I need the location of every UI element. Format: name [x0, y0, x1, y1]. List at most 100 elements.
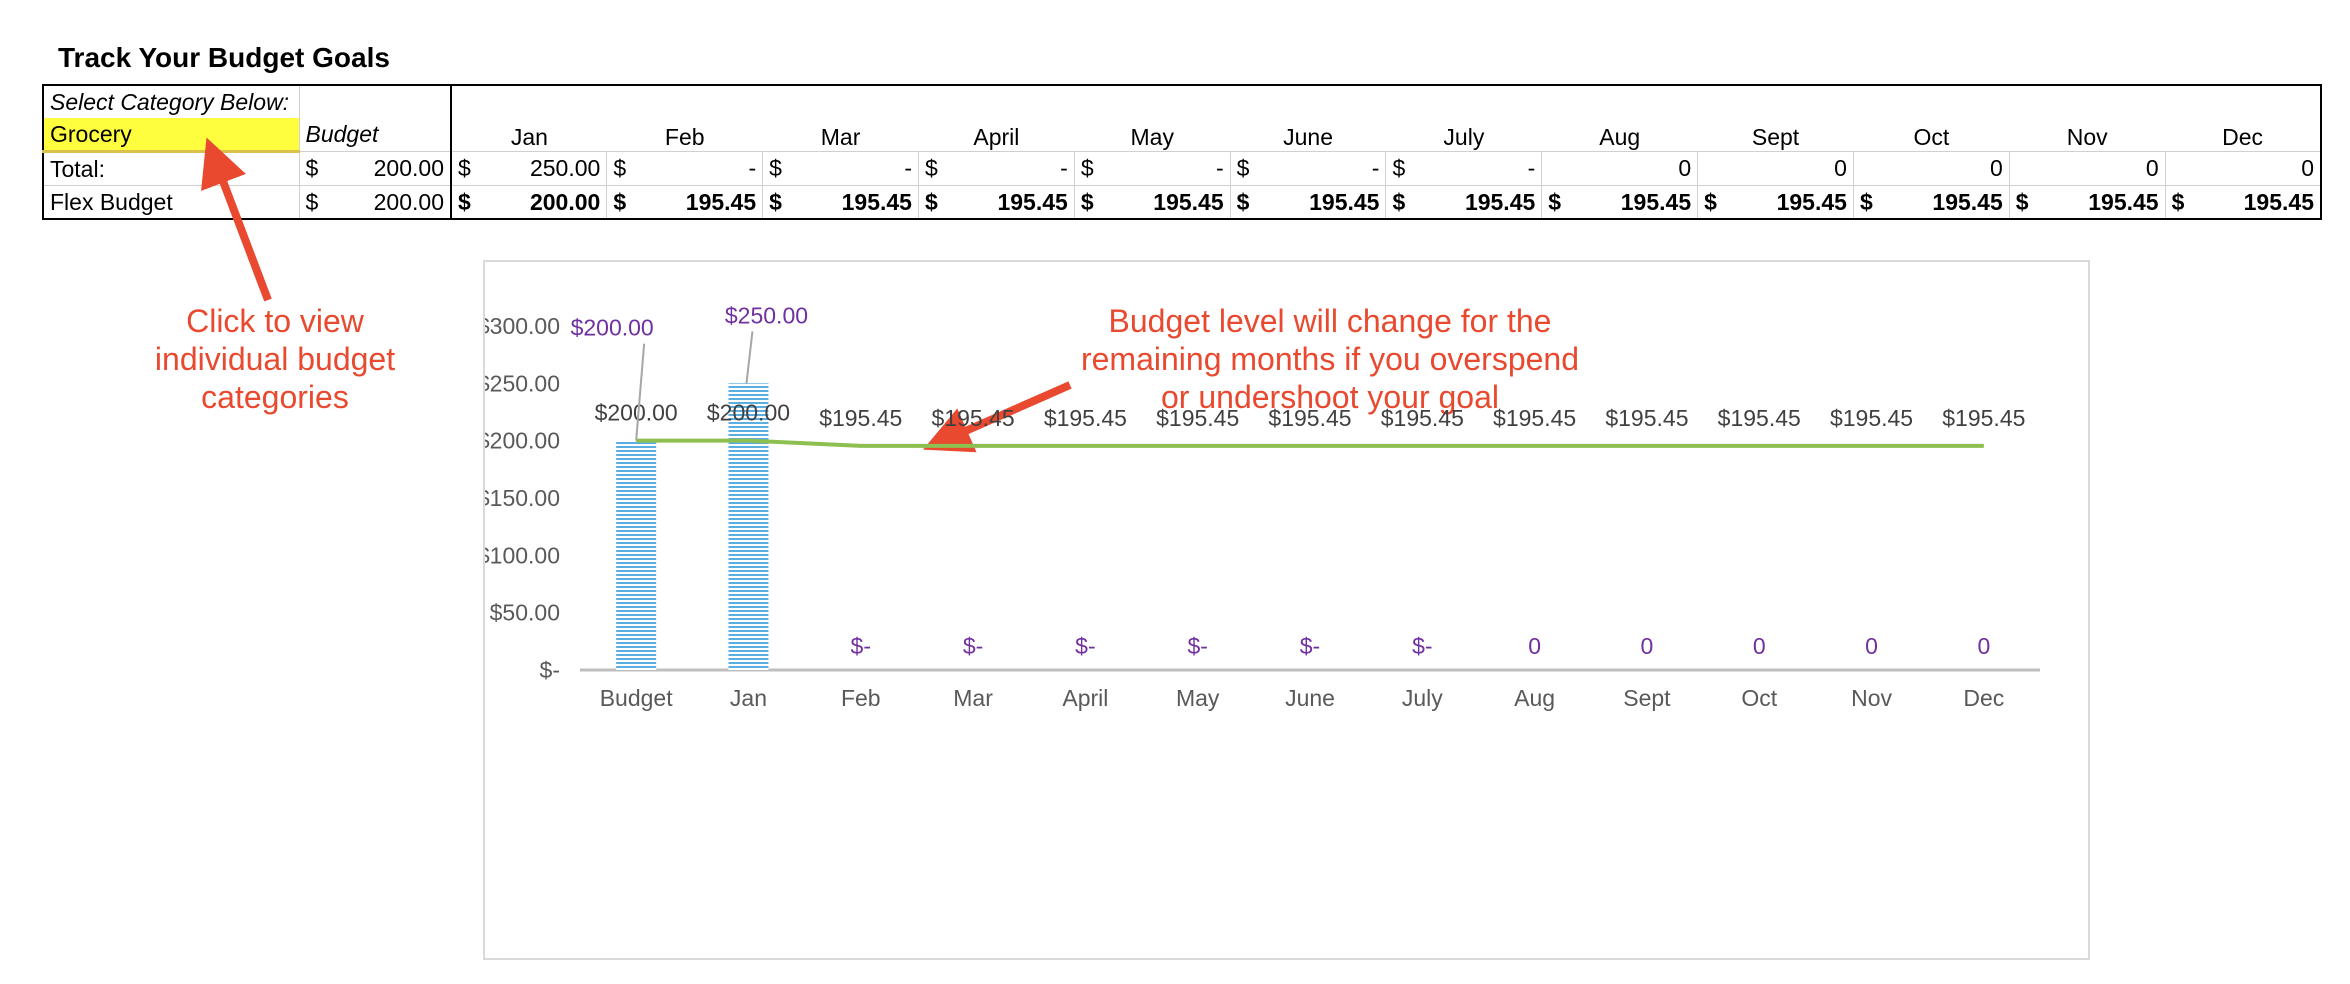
cell-value: - — [904, 155, 912, 181]
currency-symbol: $ — [1859, 188, 1873, 215]
bar-data-label: $200.00 — [571, 315, 654, 341]
x-tick-label: Jan — [730, 685, 767, 711]
flex-budget-line — [636, 438, 1984, 448]
bar-data-label: $- — [1187, 633, 1207, 659]
currency-symbol: $ — [2015, 188, 2029, 215]
month-header: Oct — [1853, 118, 2010, 152]
budget-column-header: Budget — [299, 118, 452, 152]
flex-month-cell[interactable]: $195.45 — [606, 185, 764, 220]
currency-symbol: $ — [1236, 188, 1250, 215]
select-category-label: Select Category Below: — [43, 85, 300, 118]
page-title: Track Your Budget Goals — [58, 42, 390, 73]
total-month-cell[interactable]: $ - — [1385, 151, 1543, 186]
total-month-cell[interactable]: 0 — [1541, 151, 1699, 186]
flex-month-cell[interactable]: $195.45 — [918, 185, 1075, 220]
cell-value: 195.45 — [1932, 188, 2003, 215]
flex-month-cell[interactable]: $195.45 — [1230, 185, 1387, 220]
y-tick-label: $300.00 — [485, 313, 560, 339]
currency-symbol: $ — [1080, 188, 1094, 215]
bar-data-label: 0 — [1865, 633, 1878, 659]
month-header: Dec — [2165, 118, 2321, 152]
x-tick-label: Nov — [1851, 685, 1892, 711]
flex-month-cell[interactable]: $195.45 — [1541, 185, 1699, 220]
currency-symbol: $ — [1080, 155, 1094, 181]
bar — [728, 383, 769, 670]
month-header: Feb — [606, 118, 763, 152]
line-data-label: $195.45 — [1156, 405, 1239, 431]
flex-month-cell[interactable]: $195.45 — [1074, 185, 1231, 220]
total-month-cell[interactable]: 0 — [2165, 151, 2322, 186]
total-budget-cell[interactable]: $200.00 — [299, 151, 452, 186]
currency-symbol: $ — [769, 155, 782, 181]
cell-value: 200.00 — [529, 188, 601, 215]
total-month-cell[interactable]: $250.00 — [451, 151, 608, 186]
flex-month-cell[interactable]: $195.45 — [1697, 185, 1854, 220]
x-tick-label: Oct — [1741, 685, 1777, 711]
budget-chart: $- $50.00 $100.00 $150.00 $200.00 $250.00 $300… — [485, 302, 2040, 711]
bar-data-label: $- — [963, 633, 983, 659]
x-tick-label: Mar — [953, 685, 993, 711]
y-tick-label: $250.00 — [485, 370, 560, 396]
x-tick-label: June — [1285, 685, 1335, 711]
line-data-label: $195.45 — [1044, 405, 1127, 431]
x-tick-label: Dec — [1963, 685, 2004, 711]
cell-value: 195.45 — [997, 188, 1068, 215]
cell-value: 195.45 — [1153, 188, 1224, 215]
flex-month-cell[interactable]: $200.00 — [451, 185, 608, 220]
y-tick-label: $200.00 — [485, 428, 560, 454]
bar-data-label: $250.00 — [725, 302, 808, 328]
flex-month-cell[interactable]: $195.45 — [2009, 185, 2166, 220]
total-month-cell[interactable]: $ - — [1074, 151, 1231, 186]
currency-symbol: $ — [305, 188, 319, 215]
currency-symbol: $ — [1548, 188, 1562, 215]
bar-data-label: $- — [1412, 633, 1432, 659]
total-month-cell[interactable]: 0 — [1853, 151, 2010, 186]
cell-value: - — [1371, 155, 1380, 181]
month-header: Aug — [1541, 118, 1698, 152]
total-month-cell[interactable]: $ - — [606, 151, 764, 186]
flex-month-cell[interactable]: $195.45 — [2165, 185, 2322, 220]
flex-month-cell[interactable]: $195.45 — [1385, 185, 1543, 220]
cell-value: 200.00 — [373, 155, 444, 181]
line-data-label: $195.45 — [1605, 405, 1688, 431]
blank-cell — [451, 85, 2322, 118]
line-data-label: $195.45 — [1493, 405, 1576, 431]
cell-value: 195.45 — [1309, 188, 1380, 215]
total-month-cell[interactable]: $ - — [762, 151, 919, 186]
line-data-label: $195.45 — [1381, 405, 1464, 431]
total-month-cell[interactable]: $ - — [918, 151, 1075, 186]
total-month-cell[interactable]: 0 — [1697, 151, 1854, 186]
currency-symbol: $ — [613, 155, 627, 181]
total-month-cell[interactable]: $ - — [1230, 151, 1387, 186]
chart-frame: $- $50.00 $100.00 $150.00 $200.00 $250.00 $300… — [483, 260, 2090, 960]
currency-symbol: $ — [769, 188, 782, 215]
blank-cell — [299, 85, 452, 118]
bar-label-leader — [635, 343, 646, 441]
budget-table: Select Category Below: Grocery Budget Ja… — [42, 84, 2322, 220]
y-tick-label: $- — [540, 657, 560, 683]
line-data-label: $195.45 — [819, 405, 902, 431]
flex-budget-cell[interactable]: $200.00 — [299, 185, 452, 220]
x-tick-label: Aug — [1514, 685, 1555, 711]
category-dropdown[interactable]: Grocery — [43, 118, 300, 153]
currency-symbol: $ — [305, 155, 319, 181]
cell-value: 195.45 — [2088, 188, 2159, 215]
flex-month-cell[interactable]: $195.45 — [1853, 185, 2010, 220]
bar-data-label: 0 — [1528, 633, 1541, 659]
cell-value: - — [748, 155, 757, 181]
cell-value: 195.45 — [841, 188, 912, 215]
flex-month-cell[interactable]: $195.45 — [762, 185, 919, 220]
annotation-line: individual budget — [154, 341, 396, 377]
cell-value: 195.45 — [1776, 188, 1847, 215]
total-month-cell[interactable]: 0 — [2009, 151, 2166, 186]
bar-data-label: $- — [1075, 633, 1095, 659]
line-data-label: $195.45 — [1830, 405, 1913, 431]
y-tick-label: $50.00 — [490, 600, 560, 626]
currency-symbol: $ — [458, 155, 471, 181]
currency-symbol: $ — [613, 188, 627, 215]
flex-row-label: Flex Budget — [43, 185, 300, 220]
currency-symbol: $ — [1392, 188, 1406, 215]
line-data-label: $195.45 — [1942, 405, 2025, 431]
bar — [616, 440, 657, 670]
line-data-label: $200.00 — [595, 400, 678, 426]
